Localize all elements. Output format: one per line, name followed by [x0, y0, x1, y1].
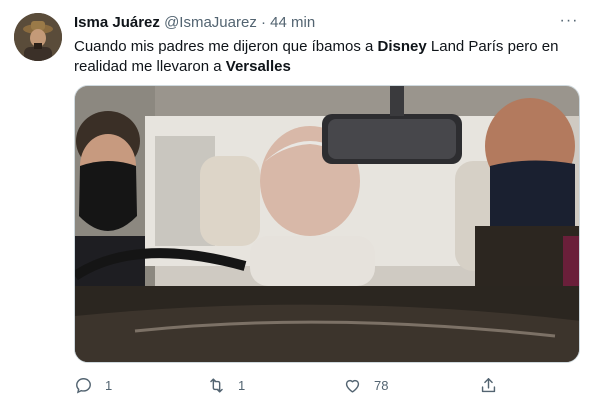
retweet-count: 1: [238, 377, 246, 393]
tweet[interactable]: Isma Juárez @IsmaJuarez · 44 min ··· Cua…: [0, 0, 593, 403]
tweet-text: Cuando mis padres me dijeron que íbamos …: [74, 37, 564, 77]
heart-icon: [345, 379, 360, 393]
avatar-image: [14, 13, 62, 61]
user-handle[interactable]: @IsmaJuarez: [164, 14, 257, 31]
tweet-text-part: Cuando mis padres me dijeron que íbamos …: [74, 38, 378, 55]
share-button[interactable]: [479, 374, 510, 396]
photo-car-interior: [75, 86, 579, 362]
reply-count: 1: [105, 377, 113, 393]
reply-icon: [76, 377, 91, 394]
tweet-text-bold: Versalles: [225, 58, 291, 75]
tweet-text-bold: Disney: [377, 38, 427, 55]
tweet-header: Isma Juárez @IsmaJuarez · 44 min: [74, 13, 553, 32]
tweet-actions: 1 1 78: [74, 374, 514, 396]
retweet-icon: [210, 377, 223, 393]
tweet-photo[interactable]: [74, 85, 580, 363]
avatar[interactable]: [14, 13, 62, 61]
timestamp[interactable]: 44 min: [270, 14, 315, 31]
separator-dot: ·: [261, 14, 266, 31]
share-icon: [481, 377, 496, 392]
reply-button[interactable]: 1: [74, 374, 112, 396]
like-button[interactable]: 78: [343, 374, 388, 396]
retweet-button[interactable]: 1: [207, 374, 245, 396]
display-name[interactable]: Isma Juárez: [74, 14, 160, 31]
like-count: 78: [374, 377, 389, 393]
more-options-icon[interactable]: ···: [559, 12, 579, 32]
